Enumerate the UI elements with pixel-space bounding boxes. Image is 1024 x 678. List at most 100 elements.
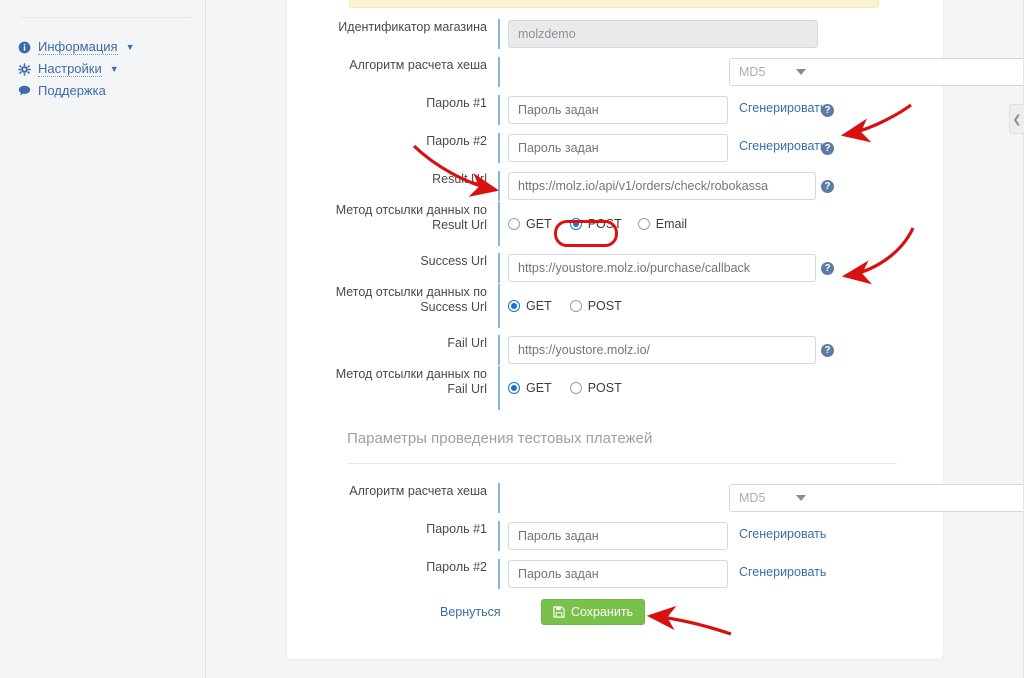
row-hash-algo-main: Алгоритм расчета хеша [287, 57, 1024, 87]
test-section-heading: Параметры проведения тестовых платежей [347, 430, 653, 447]
row-success-method: Метод отсылки данных по Success Url GET … [287, 284, 943, 336]
row-password-2: Пароль #2 Сгенерировать ? [287, 133, 943, 163]
row-separator [498, 284, 500, 328]
page-root: Информация ▼ Настройки ▼ Поддержка Идент… [0, 0, 1024, 678]
row-test-password-2: Пароль #2 Сгенерировать [287, 559, 943, 589]
chevron-down-icon: ▼ [125, 41, 135, 52]
row-separator [498, 253, 500, 283]
row-separator [498, 335, 500, 365]
row-password-1: Пароль #1 Сгенерировать ? [287, 95, 943, 125]
test-hash-algo-select-wrap[interactable] [508, 484, 1024, 512]
radio-circle-selected [569, 218, 582, 230]
radio-fail-get[interactable]: GET [508, 381, 552, 395]
fail-method-label: Метод отсылки данных по Fail Url [287, 367, 487, 397]
radio-label: POST [587, 299, 622, 313]
radio-label: POST [587, 381, 622, 395]
fail-method-radio-group: GET POST [508, 381, 640, 395]
radio-circle [569, 300, 582, 312]
help-icon[interactable]: ? [821, 262, 834, 275]
save-button-label: Сохранить [570, 605, 634, 619]
section-divider [347, 463, 897, 464]
sidebar-item-support[interactable]: Поддержка [18, 83, 106, 98]
result-method-label: Метод отсылки данных по Result Url [287, 203, 487, 233]
help-icon[interactable]: ? [821, 180, 834, 193]
help-icon[interactable]: ? [821, 104, 834, 117]
radio-label: GET [526, 381, 552, 395]
result-method-label-line1: Метод отсылки данных по [335, 203, 487, 217]
result-method-radio-group: GET POST Email [508, 217, 705, 231]
chevron-down-icon: ▼ [109, 63, 119, 74]
success-method-label-line1: Метод отсылки данных по [335, 285, 487, 299]
sidebar-item-information[interactable]: Информация ▼ [18, 39, 135, 55]
generate-test-password1-link[interactable]: Сгенерировать [739, 527, 826, 541]
row-success-url: Success Url ? [287, 253, 943, 283]
chat-bubble-icon [18, 85, 31, 96]
password1-label: Пароль #1 [426, 96, 487, 110]
radio-success-get[interactable]: GET [508, 299, 552, 313]
radio-result-post[interactable]: POST [569, 217, 622, 231]
hash-algo-label: Алгоритм расчета хеша [349, 58, 487, 72]
test-password1-label: Пароль #1 [426, 522, 487, 536]
row-separator [498, 95, 500, 125]
shop-id-label: Идентификатор магазина [338, 20, 487, 34]
left-sidebar: Информация ▼ Настройки ▼ Поддержка [0, 0, 206, 678]
radio-fail-post[interactable]: POST [569, 381, 622, 395]
row-separator [498, 366, 500, 410]
test-hash-algo-label: Алгоритм расчета хеша [349, 484, 487, 498]
fail-method-label-line2: Fail Url [447, 382, 487, 396]
radio-circle-selected [508, 300, 520, 312]
test-hash-algo-select[interactable] [729, 484, 1024, 512]
password1-input[interactable] [508, 96, 728, 124]
hash-algo-select-wrap[interactable] [508, 58, 1024, 86]
hash-algo-select[interactable] [729, 58, 1024, 86]
row-separator [498, 559, 500, 589]
sidebar-item-label: Поддержка [38, 83, 106, 98]
test-password2-input[interactable] [508, 560, 728, 588]
result-method-label-line2: Result Url [432, 218, 487, 232]
success-url-label: Success Url [420, 254, 487, 268]
radio-label: Email [655, 217, 688, 231]
radio-success-post[interactable]: POST [569, 299, 622, 313]
success-url-input[interactable] [508, 254, 816, 282]
row-result-method: Метод отсылки данных по Result Url GET P… [287, 202, 943, 254]
test-password1-input[interactable] [508, 522, 728, 550]
row-separator [498, 521, 500, 551]
fail-url-input[interactable] [508, 336, 816, 364]
row-separator [498, 483, 500, 513]
row-result-url: Result Url ? [287, 171, 943, 201]
help-icon[interactable]: ? [821, 344, 834, 357]
radio-label: GET [526, 217, 552, 231]
row-separator [498, 133, 500, 163]
save-button[interactable]: Сохранить [541, 599, 645, 625]
sidebar-divider [21, 17, 191, 18]
alert-banner [349, 0, 879, 8]
generate-password1-link[interactable]: Сгенерировать [739, 101, 826, 115]
password2-label: Пароль #2 [426, 134, 487, 148]
row-separator [498, 19, 500, 49]
sidebar-item-settings[interactable]: Настройки ▼ [18, 61, 119, 77]
generate-test-password2-link[interactable]: Сгенерировать [739, 565, 826, 579]
row-separator [498, 171, 500, 201]
row-test-hash-algo: Алгоритм расчета хеша [287, 483, 1024, 513]
radio-circle [569, 382, 582, 394]
shop-id-input[interactable] [508, 20, 818, 48]
success-method-radio-group: GET POST [508, 299, 640, 313]
test-password2-label: Пароль #2 [426, 560, 487, 574]
fail-url-label: Fail Url [447, 336, 487, 350]
result-url-input[interactable] [508, 172, 816, 200]
success-method-label: Метод отсылки данных по Success Url [287, 285, 487, 315]
radio-label: POST [587, 217, 622, 231]
radio-result-get[interactable]: GET [508, 217, 552, 231]
gear-icon [18, 62, 31, 76]
row-fail-url: Fail Url ? [287, 335, 943, 365]
radio-result-email[interactable]: Email [637, 217, 688, 231]
generate-password2-link[interactable]: Сгенерировать [739, 139, 826, 153]
settings-card: Идентификатор магазина Алгоритм расчета … [287, 0, 1024, 659]
help-icon[interactable]: ? [821, 142, 834, 155]
result-url-label: Result Url [432, 172, 487, 186]
success-method-label-line2: Success Url [420, 300, 487, 314]
password2-input[interactable] [508, 134, 728, 162]
right-panel-toggle[interactable]: ❮ [1009, 104, 1024, 134]
info-circle-icon [18, 41, 31, 53]
back-link[interactable]: Вернуться [440, 605, 501, 619]
